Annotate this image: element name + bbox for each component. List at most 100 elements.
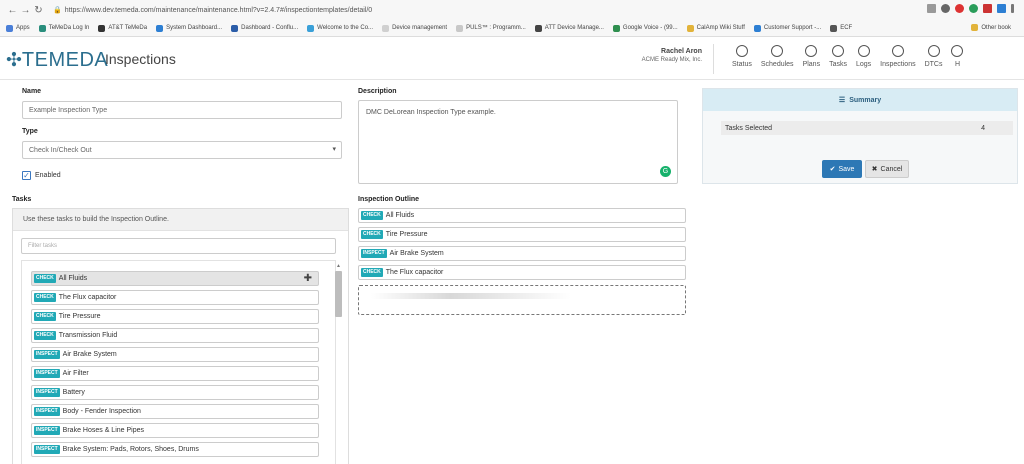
bookmark-item[interactable]: System Dashboard... [156,24,222,32]
task-label: The Flux capacitor [58,294,117,301]
task-item[interactable]: INSPECT Body - Fender Inspection [31,404,319,419]
grammarly-icon[interactable]: G [660,166,671,177]
bookmark-item[interactable]: TeMeDa Log In [38,24,90,32]
nav-item-h[interactable]: H [951,45,964,68]
save-icon: ✔ [829,166,836,173]
task-type-badge: INSPECT [361,249,387,258]
extension-icon[interactable] [983,4,992,13]
address-bar[interactable]: 🔒 https://www.dev.temeda.com/maintenance… [53,6,372,15]
task-item[interactable]: CHECK All Fluids ✚ [31,271,319,286]
task-type-badge: INSPECT [34,407,60,416]
outline-item-label: The Flux capacitor [385,269,444,276]
nav-item-label: DTCs [924,61,943,68]
task-label: Air Brake System [62,351,117,358]
summary-header: ☰ Summary [703,89,1017,111]
dtcs-icon [927,45,940,57]
extension-icon[interactable] [941,4,950,13]
other-bookmarks-label: Other book [981,24,1011,31]
task-item[interactable]: INSPECT Air Brake System [31,347,319,362]
nav-item-tasks[interactable]: Tasks [829,45,847,68]
bookmark-item[interactable]: ECF [830,24,852,32]
screen: ← → ↻ 🔒 https://www.dev.temeda.com/maint… [0,0,1024,464]
extension-icon[interactable] [969,4,978,13]
nav-item-inspections[interactable]: Inspections [880,45,916,68]
folder-icon [971,24,979,31]
inspection-outline-label: Inspection Outline [358,196,420,203]
task-item[interactable]: INSPECT Battery [31,385,319,400]
star-icon[interactable] [927,4,936,13]
outline-drop-zone[interactable] [358,285,686,315]
task-label: Battery [62,389,85,396]
nav-item-dtcs[interactable]: DTCs [924,45,943,68]
extension-icon[interactable] [997,4,1006,13]
description-textarea[interactable]: DMC DeLorean Inspection Type example. G [358,100,678,184]
task-item[interactable]: INSPECT Brake System: Pads, Rotors, Shoes… [31,442,319,457]
outline-item[interactable]: CHECK All Fluids [358,208,686,223]
summary-title: Summary [849,96,882,104]
app-header: ✣ TEMEDA Inspections Rachel Aron ACME Re… [0,38,1024,80]
outline-item-label: Tire Pressure [385,231,428,238]
add-icon[interactable]: ✚ [304,273,312,284]
save-button[interactable]: ✔ Save [822,160,862,178]
back-icon[interactable]: ← [6,5,19,16]
enabled-checkbox[interactable]: ✓ Enabled [22,171,61,180]
checkbox-check-icon: ✓ [22,170,31,180]
bookmark-label: TeMeDa Log In [48,25,90,31]
chevron-down-icon: ▾ [332,146,336,153]
extension-icon[interactable] [955,4,964,13]
task-item[interactable]: INSPECT Air Filter [31,366,319,381]
bookmark-item[interactable]: ATT Device Manage... [534,24,604,32]
bookmark-item[interactable]: Apps [6,24,30,32]
bookmark-item[interactable]: Dashboard - Conflu... [231,24,299,32]
outline-item[interactable]: CHECK The Flux capacitor [358,265,686,280]
tasks-list: ▲ CHECK All Fluids ✚ CHECK The Flux capacito… [21,260,342,464]
temeda-logo[interactable]: ✣ TEMEDA [6,49,108,72]
logs-icon [857,45,870,57]
task-item[interactable]: CHECK Tire Pressure [31,309,319,324]
nav-item-plans[interactable]: Plans [803,45,820,68]
task-type-badge: CHECK [34,293,56,302]
menu-icon[interactable] [1011,4,1014,13]
bookmark-item[interactable]: Welcome to the Co... [307,24,373,32]
bookmark-item[interactable]: Customer Support -... [753,24,821,32]
nav-item-logs[interactable]: Logs [856,45,871,68]
task-item[interactable]: CHECK The Flux capacitor [31,290,319,305]
task-item[interactable]: INSPECT Brake Hoses & Line Pipes [31,423,319,438]
name-input[interactable]: Example Inspection Type [22,101,342,119]
user-info[interactable]: Rachel Aron ACME Ready Mix, Inc. [640,48,702,63]
cancel-button[interactable]: ✖ Cancel [865,160,909,178]
bookmark-item[interactable]: CalAmp Wiki Stuff [686,24,745,32]
bookmark-item[interactable]: AT&T TeMeDa [98,24,147,32]
type-label: Type [22,128,38,135]
bookmark-item[interactable]: Device management [382,24,447,32]
tasks-selected-label: Tasks Selected [725,124,773,132]
task-item[interactable]: CHECK Transmission Fluid [31,328,319,343]
nav-item-label: Status [732,61,752,68]
type-select[interactable]: Check In/Check Out ▾ [22,141,342,159]
bookmark-item[interactable]: Google Voice - (99... [612,24,678,32]
task-type-badge: CHECK [34,274,56,283]
user-name: Rachel Aron [661,48,702,55]
forward-icon[interactable]: → [19,5,32,16]
bookmark-icon [231,24,239,32]
task-label: Brake System: Pads, Rotors, Shoes, Drums [62,446,199,453]
bookmark-label: Dashboard - Conflu... [241,25,299,31]
outline-item[interactable]: CHECK Tire Pressure [358,227,686,242]
task-label: All Fluids [58,275,88,282]
tasks-label: Tasks [12,196,32,203]
nav-item-schedules[interactable]: Schedules [761,45,794,68]
other-bookmarks[interactable]: Other book [971,24,1011,31]
scrollbar-thumb[interactable] [335,271,342,317]
nav-item-status[interactable]: Status [732,45,752,68]
tasks-icon [832,45,845,57]
cancel-button-label: Cancel [880,165,903,173]
outline-item[interactable]: INSPECT Air Brake System [358,246,686,261]
bookmark-label: PULS™ : Programm... [466,25,526,31]
scroll-up-icon[interactable]: ▲ [336,263,341,269]
bookmark-label: Apps [16,25,30,31]
task-type-badge: INSPECT [34,426,60,435]
filter-tasks-input[interactable]: Filter tasks [21,238,336,254]
reload-icon[interactable]: ↻ [32,5,45,16]
bookmark-item[interactable]: PULS™ : Programm... [456,24,526,32]
scrollbar[interactable]: ▲ [334,261,343,464]
